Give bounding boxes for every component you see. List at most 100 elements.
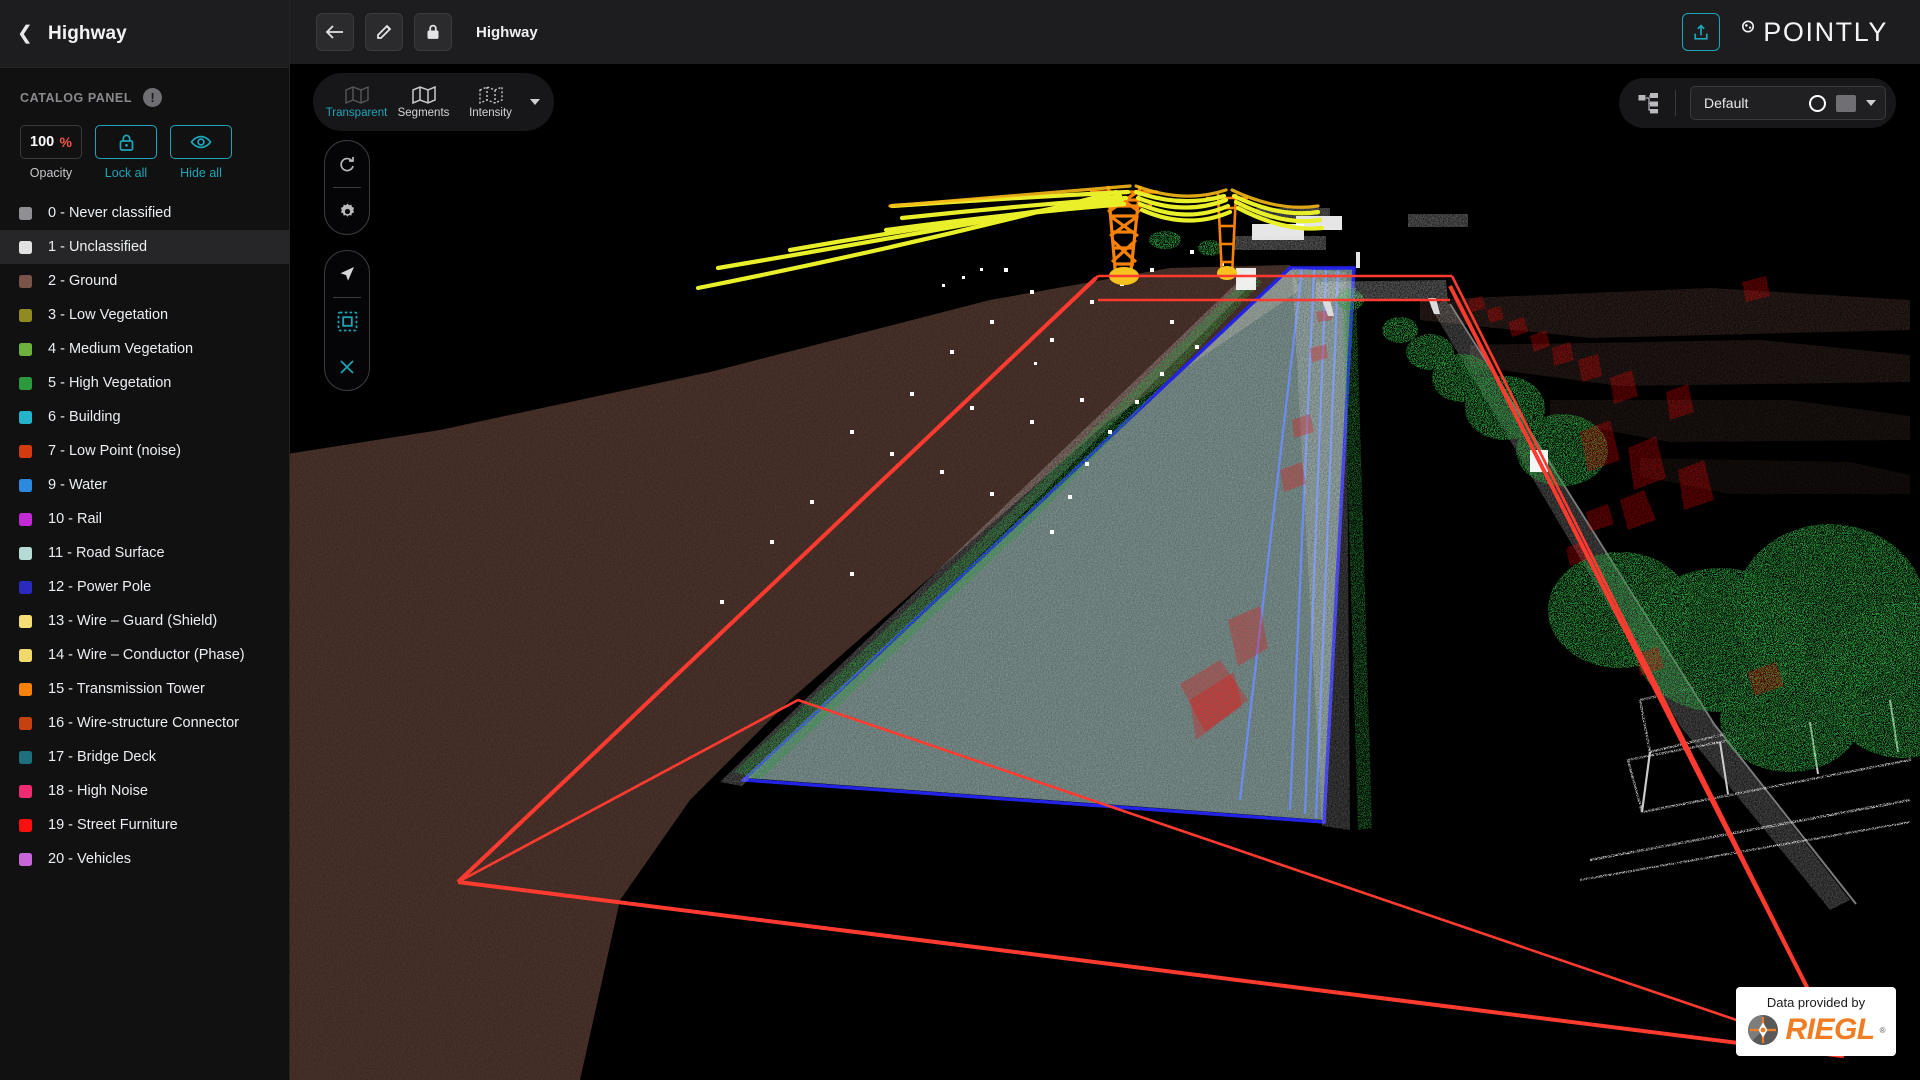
refresh-reset-icon bbox=[340, 157, 354, 172]
class-color-swatch[interactable] bbox=[19, 240, 32, 254]
back-button[interactable] bbox=[316, 13, 354, 51]
lock-icon bbox=[427, 24, 439, 39]
settings-button[interactable] bbox=[324, 188, 370, 234]
opacity-unit: % bbox=[59, 134, 72, 150]
class-label: 14 - Wire – Conductor (Phase) bbox=[48, 647, 245, 663]
divider bbox=[1675, 90, 1676, 116]
class-list-item[interactable]: 11 - Road Surface bbox=[0, 536, 289, 570]
lock-icon bbox=[119, 134, 133, 151]
lock-button[interactable] bbox=[414, 13, 452, 51]
class-color-swatch[interactable] bbox=[19, 410, 32, 424]
class-color-swatch[interactable] bbox=[19, 784, 32, 798]
class-color-swatch[interactable] bbox=[19, 512, 32, 526]
lock-all-control: Lock all bbox=[95, 125, 157, 180]
class-color-swatch[interactable] bbox=[19, 580, 32, 594]
clear-selection-button[interactable] bbox=[324, 344, 370, 390]
pointcloud-canvas[interactable] bbox=[290, 0, 1920, 1080]
attribution-line: Data provided by bbox=[1766, 995, 1866, 1010]
class-list-item[interactable]: 6 - Building bbox=[0, 400, 289, 434]
class-list-item[interactable]: 2 - Ground bbox=[0, 264, 289, 298]
lock-all-button[interactable] bbox=[95, 125, 157, 159]
hierarchy-tree-icon[interactable] bbox=[1637, 92, 1661, 114]
registered-mark: ® bbox=[1879, 1025, 1886, 1035]
map-fold-dotted-icon bbox=[478, 85, 503, 105]
class-label: 1 - Unclassified bbox=[48, 239, 148, 255]
hide-all-label: Hide all bbox=[180, 166, 222, 180]
class-color-swatch[interactable] bbox=[19, 478, 32, 492]
share-upload-icon bbox=[1694, 23, 1708, 40]
edit-button[interactable] bbox=[365, 13, 403, 51]
class-label: 9 - Water bbox=[48, 477, 108, 493]
class-list-item[interactable]: 4 - Medium Vegetation bbox=[0, 332, 289, 366]
attribution-brand-row: RIEGL ® bbox=[1746, 1013, 1886, 1047]
class-color-swatch[interactable] bbox=[19, 444, 32, 458]
tab-intensity-label: Intensity bbox=[469, 107, 512, 119]
class-label: 6 - Building bbox=[48, 409, 121, 425]
opacity-input[interactable] bbox=[21, 126, 60, 158]
app-root: ❮ Highway CATALOG PANEL ! % Opacity bbox=[0, 0, 1920, 1080]
tab-intensity[interactable]: Intensity bbox=[457, 85, 524, 119]
class-color-swatch[interactable] bbox=[19, 308, 32, 322]
brand-logo: POINTLY bbox=[1739, 0, 1888, 64]
class-list-item[interactable]: 17 - Bridge Deck bbox=[0, 740, 289, 774]
class-list-item[interactable]: 1 - Unclassified bbox=[0, 230, 289, 264]
box-select-icon bbox=[337, 311, 357, 331]
chevron-left-icon[interactable]: ❮ bbox=[14, 23, 36, 45]
breadcrumb: Highway bbox=[476, 23, 538, 41]
lock-all-label: Lock all bbox=[104, 166, 148, 180]
class-list-item[interactable]: 18 - High Noise bbox=[0, 774, 289, 808]
box-select-button[interactable] bbox=[324, 298, 370, 344]
pointcloud-viewport[interactable]: Highway POINTLY Transparent Segments Int… bbox=[290, 0, 1920, 1080]
chevron-down-icon[interactable] bbox=[530, 99, 540, 105]
tab-transparent[interactable]: Transparent bbox=[323, 85, 390, 119]
class-list-item[interactable]: 12 - Power Pole bbox=[0, 570, 289, 604]
class-label: 7 - Low Point (noise) bbox=[48, 443, 181, 459]
class-list-item[interactable]: 9 - Water bbox=[0, 468, 289, 502]
color-chip-icon[interactable] bbox=[1836, 94, 1856, 112]
class-list-item[interactable]: 14 - Wire – Conductor (Phase) bbox=[0, 638, 289, 672]
tab-segments[interactable]: Segments bbox=[390, 85, 457, 119]
share-button[interactable] bbox=[1682, 13, 1720, 51]
class-list-item[interactable]: 3 - Low Vegetation bbox=[0, 298, 289, 332]
class-list-item[interactable]: 0 - Never classified bbox=[0, 196, 289, 230]
class-color-swatch[interactable] bbox=[19, 342, 32, 356]
class-color-swatch[interactable] bbox=[19, 376, 32, 390]
class-color-swatch[interactable] bbox=[19, 648, 32, 662]
class-label: 13 - Wire – Guard (Shield) bbox=[48, 613, 218, 629]
class-label: 11 - Road Surface bbox=[48, 545, 165, 561]
class-color-swatch[interactable] bbox=[19, 546, 32, 560]
class-color-swatch[interactable] bbox=[19, 614, 32, 628]
class-color-swatch[interactable] bbox=[19, 274, 32, 288]
map-fold-icon bbox=[344, 85, 369, 105]
hide-all-button[interactable] bbox=[170, 125, 232, 159]
class-list-item[interactable]: 7 - Low Point (noise) bbox=[0, 434, 289, 468]
opacity-control: % Opacity bbox=[20, 125, 82, 180]
info-icon[interactable]: ! bbox=[143, 88, 163, 107]
class-list-item[interactable]: 13 - Wire – Guard (Shield) bbox=[0, 604, 289, 638]
sidebar-header: ❮ Highway bbox=[0, 0, 289, 68]
point-size-ring-icon[interactable] bbox=[1809, 94, 1826, 112]
class-color-swatch[interactable] bbox=[19, 750, 32, 764]
catalog-panel-header: CATALOG PANEL ! bbox=[0, 68, 289, 107]
class-list-item[interactable]: 10 - Rail bbox=[0, 502, 289, 536]
class-label: 19 - Street Furniture bbox=[48, 817, 178, 833]
chevron-down-icon[interactable] bbox=[1866, 100, 1876, 106]
class-list-item[interactable]: 5 - High Vegetation bbox=[0, 366, 289, 400]
brand-text: POINTLY bbox=[1763, 16, 1888, 47]
class-label: 18 - High Noise bbox=[48, 783, 148, 799]
class-color-swatch[interactable] bbox=[19, 206, 32, 220]
class-color-swatch[interactable] bbox=[19, 716, 32, 730]
view-tools-group bbox=[324, 140, 370, 235]
class-color-swatch[interactable] bbox=[19, 818, 32, 832]
opacity-field-box[interactable]: % bbox=[20, 125, 82, 159]
navigate-cursor-button[interactable] bbox=[324, 251, 370, 297]
class-list-item[interactable]: 16 - Wire-structure Connector bbox=[0, 706, 289, 740]
class-list-item[interactable]: 15 - Transmission Tower bbox=[0, 672, 289, 706]
class-color-swatch[interactable] bbox=[19, 852, 32, 866]
class-color-swatch[interactable] bbox=[19, 682, 32, 696]
class-list-item[interactable]: 20 - Vehicles bbox=[0, 842, 289, 876]
render-style-select[interactable]: Default bbox=[1690, 86, 1886, 120]
class-list-item[interactable]: 19 - Street Furniture bbox=[0, 808, 289, 842]
refresh-reset-button[interactable] bbox=[324, 141, 370, 187]
close-clear-icon bbox=[340, 360, 354, 374]
